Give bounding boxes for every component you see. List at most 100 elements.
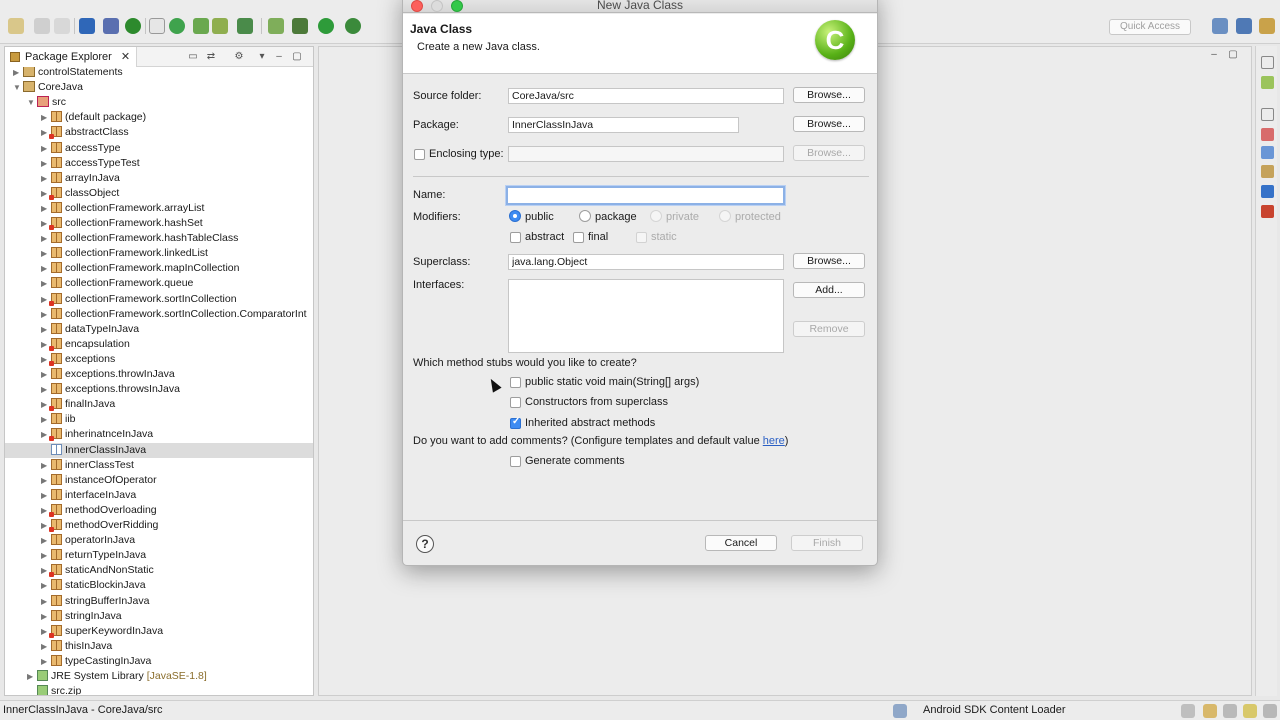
upload-icon[interactable] (212, 18, 228, 34)
maximize-icon[interactable]: ▢ (291, 51, 303, 63)
status-icon[interactable] (1243, 704, 1257, 718)
save-icon[interactable] (34, 18, 50, 34)
tree-item[interactable]: ▼ CoreJava (5, 80, 313, 95)
close-icon[interactable]: ✕ (121, 51, 130, 63)
source-folder-browse-button[interactable]: Browse... (793, 87, 865, 103)
expanded-arrow-icon[interactable]: ▼ (27, 95, 37, 110)
tree-item[interactable]: ▶ (default package) (5, 110, 313, 125)
tree-item[interactable]: ▶ accessType (5, 141, 313, 156)
enclosing-type-checkbox[interactable] (414, 149, 425, 160)
collapsed-arrow-icon[interactable]: ▶ (41, 548, 51, 563)
tree-item[interactable]: ▶ inherinatnceInJava (5, 427, 313, 442)
link-editor-icon[interactable]: ⇄ (205, 51, 217, 63)
generate-comments-checkbox[interactable] (510, 456, 521, 467)
expanded-arrow-icon[interactable]: ▼ (13, 80, 23, 95)
modifier-final-checkbox[interactable] (573, 232, 584, 243)
tree-item[interactable]: ▶ staticBlockinJava (5, 578, 313, 593)
collapsed-arrow-icon[interactable]: ▶ (41, 231, 51, 246)
tree-item[interactable]: ▶ arrayInJava (5, 171, 313, 186)
flask-icon[interactable] (268, 18, 284, 34)
tree-item[interactable]: ▶ accessTypeTest (5, 156, 313, 171)
run-external-icon[interactable] (345, 18, 361, 34)
class-name-field[interactable] (506, 186, 785, 205)
source-folder-field[interactable] (508, 88, 784, 104)
tree-item[interactable]: ▶ instanceOfOperator (5, 473, 313, 488)
git-icon[interactable] (1261, 205, 1274, 218)
collapsed-arrow-icon[interactable]: ▶ (41, 458, 51, 473)
task-icon[interactable] (237, 18, 253, 34)
view-menu-icon[interactable]: ▾ (256, 51, 268, 63)
tree-item[interactable]: ▶ exceptions.throwInJava (5, 367, 313, 382)
collapsed-arrow-icon[interactable]: ▶ (41, 322, 51, 337)
tools-icon[interactable] (103, 18, 119, 34)
collapsed-arrow-icon[interactable]: ▶ (13, 67, 23, 80)
java-perspective-icon[interactable] (1236, 18, 1252, 34)
tree-item[interactable]: ▶ staticAndNonStatic (5, 563, 313, 578)
tree-item[interactable]: ▶ thisInJava (5, 639, 313, 654)
tree-item[interactable]: ▶ dataTypeInJava (5, 322, 313, 337)
collapsed-arrow-icon[interactable]: ▶ (41, 382, 51, 397)
editor-minimize-icon[interactable]: – (1208, 49, 1220, 61)
tree-item[interactable]: ▶ superKeywordInJava (5, 624, 313, 639)
tree-item[interactable]: ▶ encapsulation (5, 337, 313, 352)
modifier-protected-radio[interactable] (719, 210, 731, 222)
collapsed-arrow-icon[interactable]: ▶ (27, 669, 37, 684)
collapsed-arrow-icon[interactable]: ▶ (41, 141, 51, 156)
collapse-all-icon[interactable]: ▭ (187, 51, 199, 63)
stub-main-checkbox[interactable] (510, 377, 521, 388)
terminal-icon[interactable] (79, 18, 95, 34)
filter-icon[interactable]: ⚙ (233, 51, 245, 63)
modifier-private-radio[interactable] (650, 210, 662, 222)
modifier-static-checkbox[interactable] (636, 232, 647, 243)
tree-item[interactable]: ▶ interfaceInJava (5, 488, 313, 503)
superclass-field[interactable] (508, 254, 784, 270)
package-field[interactable] (508, 117, 739, 133)
save-all-icon[interactable] (54, 18, 70, 34)
collapsed-arrow-icon[interactable]: ▶ (41, 201, 51, 216)
collapsed-arrow-icon[interactable]: ▶ (41, 533, 51, 548)
tree-item[interactable]: ▶ controlStatements (5, 67, 313, 80)
modifier-abstract-checkbox[interactable] (510, 232, 521, 243)
outline-icon[interactable] (1261, 76, 1274, 89)
tree-item[interactable]: ▶ stringBufferInJava (5, 594, 313, 609)
enclosing-type-browse-button[interactable]: Browse... (793, 145, 865, 161)
collapsed-arrow-icon[interactable]: ▶ (41, 609, 51, 624)
collapsed-arrow-icon[interactable]: ▶ (41, 261, 51, 276)
tree-item[interactable]: ▶ collectionFramework.hashTableClass (5, 231, 313, 246)
download-icon[interactable] (193, 18, 209, 34)
collapsed-arrow-icon[interactable]: ▶ (41, 578, 51, 593)
status-icon[interactable] (1223, 704, 1237, 718)
collapsed-arrow-icon[interactable]: ▶ (41, 654, 51, 669)
tree-item[interactable]: ▶ typeCastingInJava (5, 654, 313, 669)
tree-item[interactable]: ▶ iib (5, 412, 313, 427)
progress-icon[interactable] (893, 704, 907, 718)
console-icon[interactable] (1261, 185, 1274, 198)
tree-item[interactable]: ▶ methodOverloading (5, 503, 313, 518)
javadoc-icon[interactable] (1261, 146, 1274, 159)
quick-access-input[interactable]: Quick Access (1109, 19, 1191, 35)
stub-constructors-checkbox[interactable] (510, 397, 521, 408)
collapsed-arrow-icon[interactable]: ▶ (41, 156, 51, 171)
help-button[interactable]: ? (416, 535, 434, 553)
interfaces-remove-button[interactable]: Remove (793, 321, 865, 337)
interfaces-list[interactable] (508, 279, 784, 353)
tree-item[interactable]: ▶ returnTypeInJava (5, 548, 313, 563)
configure-templates-link[interactable]: here (763, 435, 785, 447)
tree-item[interactable]: src.zip (5, 684, 313, 695)
collapsed-arrow-icon[interactable]: ▶ (41, 246, 51, 261)
close-window-button[interactable] (411, 0, 423, 12)
tree-item[interactable]: ▶ JRE System Library [JavaSE-1.8] (5, 669, 313, 684)
enclosing-type-field[interactable] (508, 146, 784, 162)
collapsed-arrow-icon[interactable]: ▶ (41, 473, 51, 488)
collapsed-arrow-icon[interactable]: ▶ (41, 110, 51, 125)
interfaces-add-button[interactable]: Add... (793, 282, 865, 298)
git-perspective-icon[interactable] (1259, 18, 1275, 34)
tree-item[interactable]: ▶ exceptions.throwsInJava (5, 382, 313, 397)
collapsed-arrow-icon[interactable]: ▶ (41, 367, 51, 382)
tree-item[interactable]: InnerClassInJava (5, 442, 313, 458)
perspective-icon[interactable] (1212, 18, 1228, 34)
cancel-button[interactable]: Cancel (705, 535, 777, 551)
restore-icon[interactable] (1261, 56, 1274, 69)
status-icon[interactable] (1181, 704, 1195, 718)
tree-item[interactable]: ▶ innerClassTest (5, 458, 313, 473)
